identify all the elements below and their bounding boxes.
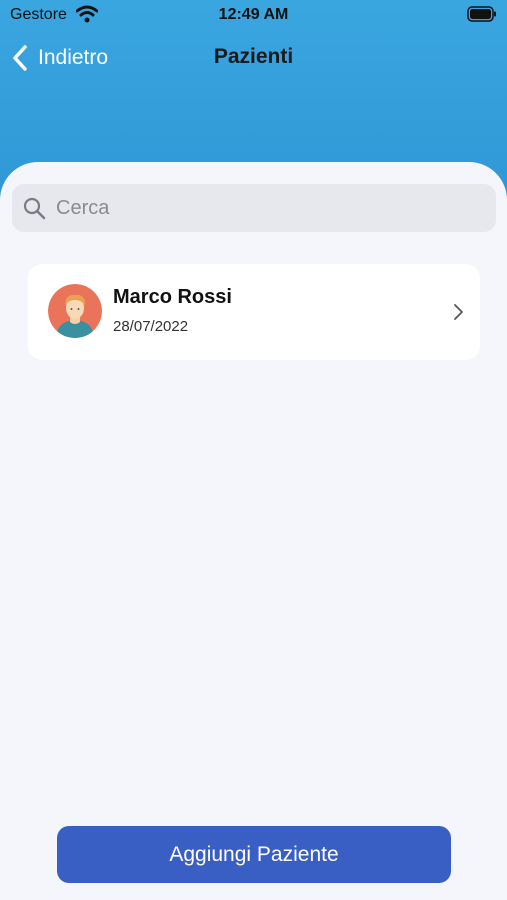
navigation-bar: Indietro Pazienti (0, 38, 507, 78)
add-patient-button[interactable]: Aggiungi Paziente (57, 826, 451, 883)
person-avatar-icon (48, 284, 102, 338)
page-title: Pazienti (213, 45, 294, 68)
main-content: Marco Rossi 28/07/2022 (0, 162, 507, 900)
search-bar[interactable] (12, 184, 496, 232)
search-icon (23, 197, 46, 220)
search-input[interactable] (54, 195, 478, 221)
patient-list-item[interactable]: Marco Rossi 28/07/2022 (28, 264, 480, 360)
avatar (48, 284, 102, 338)
patient-date: 28/07/2022 (113, 318, 189, 335)
clock: 12:49 AM (218, 6, 289, 23)
battery-icon (467, 6, 496, 22)
patient-name: Marco Rossi (113, 286, 232, 308)
status-bar: Gestore 12:49 AM (0, 0, 507, 30)
chevron-right-icon (454, 304, 463, 320)
